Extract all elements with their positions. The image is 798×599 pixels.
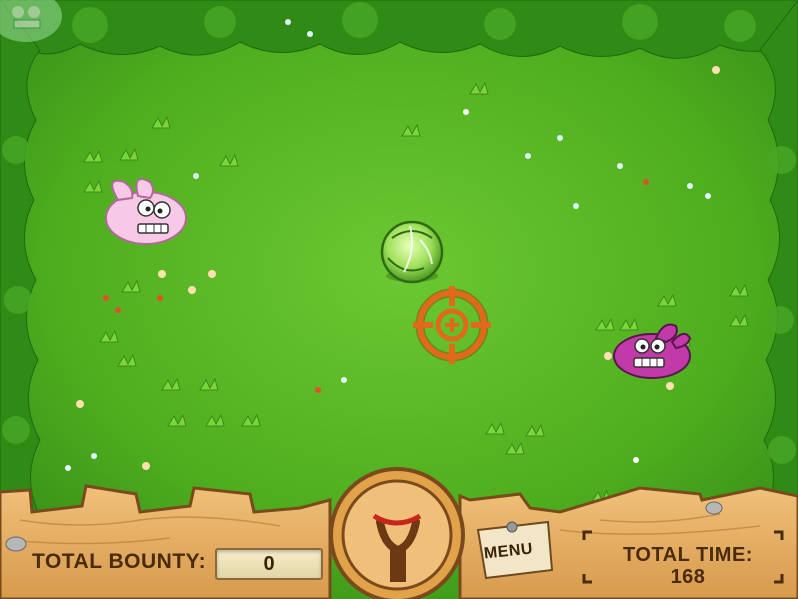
- total-bounty-value: 0: [215, 548, 323, 580]
- slingshot-button[interactable]: [330, 470, 464, 599]
- game-stage[interactable]: MENU TOTAL BOUNTY: 0 TOTAL TIME: 168: [0, 0, 798, 599]
- total-bounty-label: TOTAL BOUNTY:: [32, 550, 207, 573]
- total-time-label: TOTAL TIME:: [623, 544, 753, 566]
- total-time-value: 168: [670, 566, 706, 588]
- cabbage-icon: [380, 220, 444, 284]
